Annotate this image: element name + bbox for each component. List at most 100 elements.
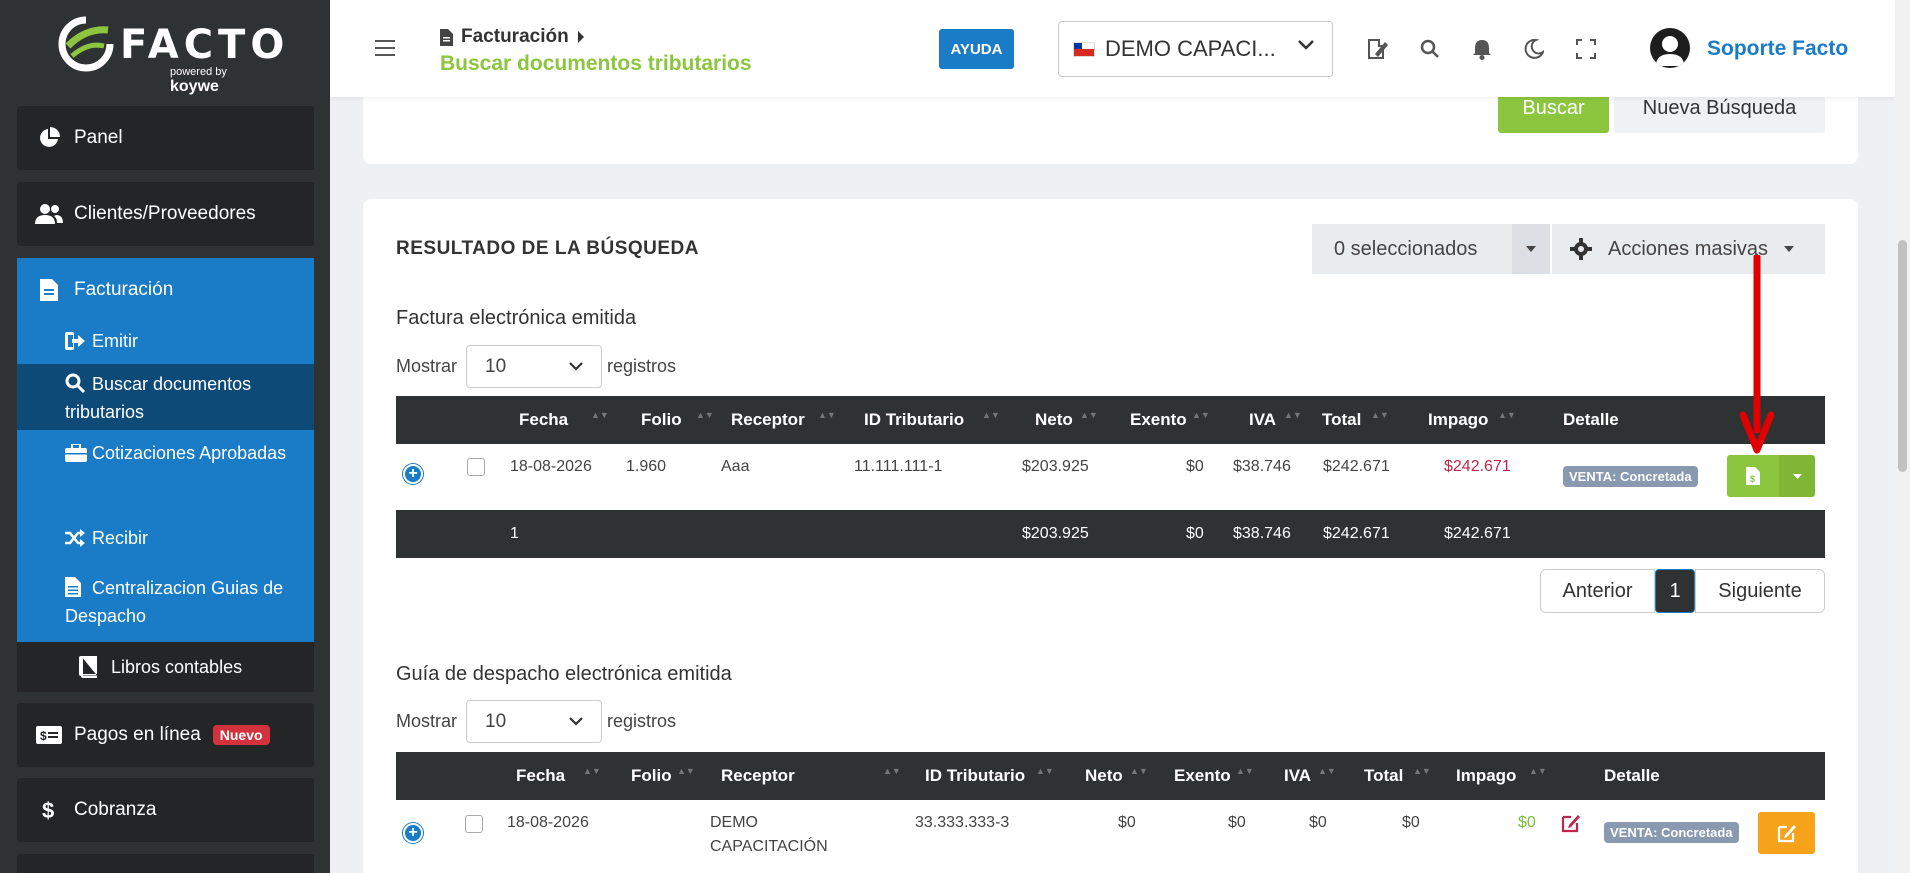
col-id-tributario[interactable]: ID Tributario <box>864 410 964 430</box>
mass-actions-button[interactable]: Acciones masivas <box>1552 224 1825 274</box>
book-icon <box>73 656 103 678</box>
col-receptor[interactable]: Receptor <box>721 766 795 786</box>
col-detalle: Detalle <box>1604 766 1660 785</box>
total-impago: $242.671 <box>1444 525 1511 542</box>
sidebar-subitem-recibir[interactable]: Recibir <box>17 526 314 562</box>
sidebar: FACTO powered by koywe Panel Clientes/Pr… <box>0 0 330 873</box>
col-iva[interactable]: IVA <box>1284 766 1311 786</box>
file-icon <box>440 28 453 46</box>
logo-powered: powered by koywe <box>170 66 278 96</box>
edit-document-button[interactable] <box>1758 812 1815 854</box>
svg-text:$: $ <box>40 729 47 743</box>
sidebar-subitem-emitir[interactable]: Emitir <box>17 322 314 362</box>
sidebar-item-pagos[interactable]: $ Pagos en línea Nuevo <box>17 703 314 767</box>
scrollbar-thumb[interactable] <box>1898 240 1907 472</box>
col-fecha[interactable]: Fecha <box>519 410 568 430</box>
row-checkbox[interactable] <box>465 815 483 833</box>
svg-text:$: $ <box>42 798 54 822</box>
status-badge: VENTA: Concretada <box>1604 822 1739 843</box>
breadcrumb-item[interactable]: Facturación <box>461 26 569 48</box>
search-icon <box>65 373 87 400</box>
col-fecha[interactable]: Fecha <box>516 766 565 786</box>
pie-chart-icon <box>34 127 64 149</box>
page-size-select[interactable]: 10 <box>466 700 603 743</box>
col-impago[interactable]: Impago <box>1428 410 1488 430</box>
factura-section-title: Factura electrónica emitida <box>396 307 637 329</box>
user-name[interactable]: Soporte Facto <box>1707 37 1848 61</box>
col-impago[interactable]: Impago <box>1456 766 1516 786</box>
view-document-button[interactable]: $ <box>1727 455 1779 497</box>
document-action-group: $ <box>1727 455 1815 497</box>
total-iva: $38.746 <box>1233 525 1291 542</box>
edit-icon <box>1777 825 1796 843</box>
document-dropdown-toggle[interactable] <box>1779 455 1815 497</box>
users-icon <box>34 203 64 225</box>
logo-brand: koywe <box>170 78 219 95</box>
sidebar-subitem-buscar[interactable]: Buscar documentos tributarios <box>17 364 314 430</box>
selected-dropdown-toggle[interactable] <box>1512 224 1550 274</box>
registros-label: registros <box>607 711 677 731</box>
col-id-tributario[interactable]: ID Tributario <box>925 766 1025 786</box>
page-size-value: 10 <box>485 355 507 377</box>
mostrar-label: Mostrar <box>396 711 458 731</box>
bell-icon[interactable] <box>1469 36 1494 61</box>
pagination-next[interactable]: Siguiente <box>1695 569 1825 613</box>
cell-receptor-line2: CAPACITACIÓN <box>710 838 828 855</box>
cell-exento: $0 <box>1228 814 1246 831</box>
cell-iva: $38.746 <box>1233 458 1291 475</box>
menu-toggle-icon[interactable] <box>375 40 395 61</box>
sidebar-item-label: Pagos en línea <box>74 724 201 745</box>
col-detalle: Detalle <box>1563 410 1619 429</box>
fullscreen-icon[interactable] <box>1573 36 1598 61</box>
page-size-select[interactable]: 10 <box>466 345 603 388</box>
company-select[interactable]: DEMO CAPACI... <box>1058 21 1333 77</box>
help-button[interactable]: AYUDA <box>939 29 1014 69</box>
sidebar-item-label: Facturación <box>74 279 174 300</box>
expand-row-icon[interactable]: + <box>403 464 423 484</box>
page-scrollbar[interactable] <box>1895 0 1910 873</box>
sidebar-subitem-label: Centralizacion Guias de Despacho <box>65 578 284 626</box>
sidebar-subitem-cotizaciones[interactable]: Cotizaciones Aprobadas <box>17 438 314 504</box>
col-exento[interactable]: Exento <box>1174 766 1231 786</box>
sidebar-item-clientes[interactable]: Clientes/Proveedores <box>17 182 314 246</box>
sidebar-item-label: Cobranza <box>74 799 157 820</box>
status-badge: VENTA: Concretada <box>1563 466 1698 487</box>
cell-receptor: Aaa <box>721 458 750 475</box>
sign-out-icon <box>65 332 87 357</box>
sidebar-item-cobranza[interactable]: $ Cobranza <box>17 778 314 842</box>
col-folio[interactable]: Folio <box>641 410 682 430</box>
company-name: DEMO CAPACI... <box>1105 36 1276 61</box>
col-neto[interactable]: Neto <box>1085 766 1123 786</box>
cell-folio[interactable]: 1.960 <box>626 458 666 476</box>
row-checkbox[interactable] <box>467 458 485 476</box>
sidebar-subitem-centralizacion[interactable]: Centralizacion Guias de Despacho <box>17 576 314 640</box>
col-total[interactable]: Total <box>1322 410 1361 430</box>
pagination-prev[interactable]: Anterior <box>1540 569 1655 613</box>
avatar[interactable] <box>1650 28 1690 68</box>
sidebar-item-panel[interactable]: Panel <box>17 106 314 170</box>
col-folio[interactable]: Folio <box>631 766 672 786</box>
col-total[interactable]: Total <box>1364 766 1403 786</box>
sidebar-subitem-libros[interactable]: Libros contables <box>17 642 314 692</box>
edit-icon[interactable] <box>1561 813 1581 833</box>
expand-row-icon[interactable]: + <box>403 823 423 843</box>
col-neto[interactable]: Neto <box>1035 410 1073 430</box>
col-receptor[interactable]: Receptor <box>731 410 805 430</box>
caret-down-icon <box>1784 246 1795 252</box>
pagination-current[interactable]: 1 <box>1655 569 1695 613</box>
sidebar-item-facturacion[interactable]: Facturación <box>17 258 314 322</box>
moon-icon[interactable] <box>1521 36 1546 61</box>
cell-fecha: 18-08-2026 <box>507 814 589 831</box>
search-icon[interactable] <box>1417 36 1442 61</box>
cell-neto: $0 <box>1118 814 1136 831</box>
annotation-arrow-icon <box>1740 255 1774 454</box>
col-iva[interactable]: IVA <box>1249 410 1276 430</box>
money-bill-icon: $ <box>34 726 64 744</box>
selected-count-button[interactable]: 0 seleccionados <box>1312 224 1512 274</box>
signature-icon[interactable] <box>1365 36 1390 61</box>
col-exento[interactable]: Exento <box>1130 410 1187 430</box>
facto-logo[interactable]: FACTO powered by koywe <box>58 16 284 95</box>
caret-down-icon <box>1526 246 1536 252</box>
sidebar-item-more[interactable] <box>17 854 314 873</box>
sidebar-subitem-label: Buscar documentos tributarios <box>65 374 252 422</box>
